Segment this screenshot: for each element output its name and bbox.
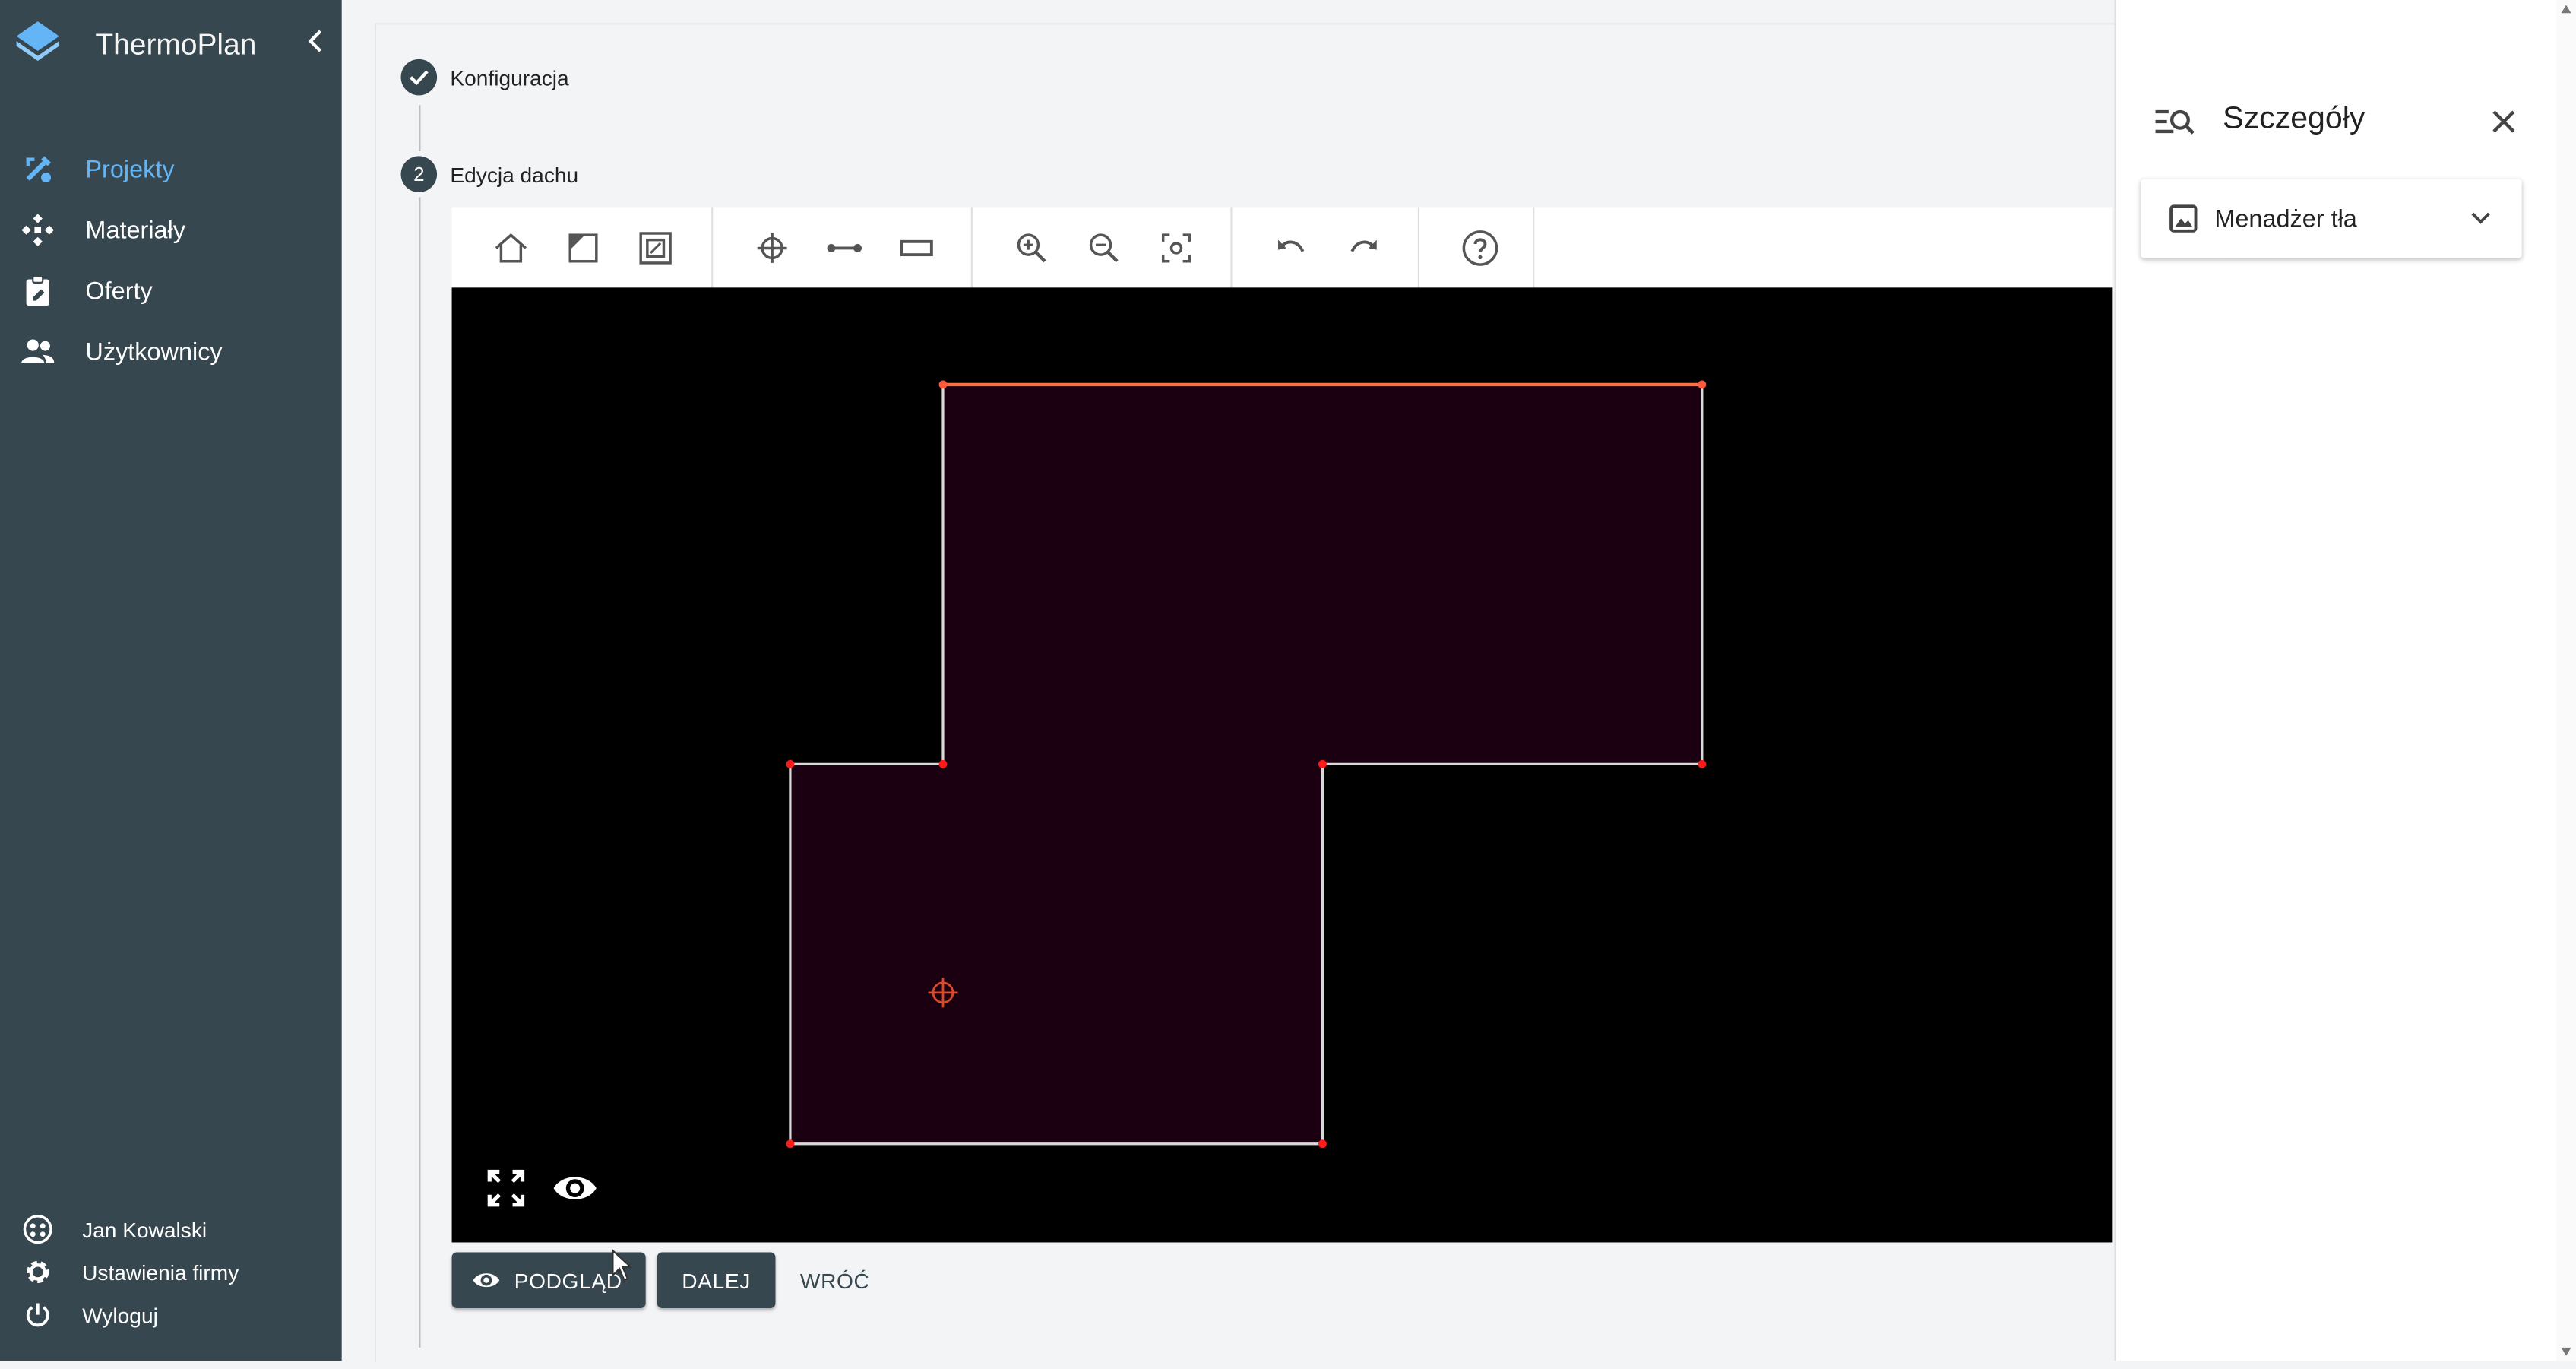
gear-icon <box>21 1256 54 1288</box>
image-icon <box>2169 204 2198 233</box>
next-button[interactable]: DALEJ <box>657 1252 776 1308</box>
step-konfiguracja[interactable]: Konfiguracja <box>400 59 569 96</box>
undo-icon <box>1278 239 1305 252</box>
roof-vertex[interactable] <box>786 759 795 768</box>
stepper-connector <box>419 197 421 1348</box>
projects-icon <box>20 151 56 188</box>
brand[interactable]: ThermoPlan <box>13 18 256 72</box>
zoom-in-button[interactable] <box>995 214 1068 280</box>
fit-view-icon <box>1161 233 1191 262</box>
collapse-sidebar-button[interactable] <box>301 24 331 57</box>
toolbar-group-shapes <box>452 207 714 288</box>
footer-label: Jan Kowalski <box>82 1216 207 1242</box>
toolbar-group-draw <box>713 207 973 288</box>
roof-surface-icon <box>568 233 598 262</box>
accordion-label: Menadżer tła <box>2214 204 2357 233</box>
preview-button-label: PODGLĄD <box>514 1267 622 1293</box>
materials-icon <box>20 212 56 249</box>
users-icon <box>20 334 56 370</box>
nav-label: Oferty <box>85 277 153 306</box>
details-search-icon <box>2154 105 2196 146</box>
user-avatar-icon <box>21 1213 54 1246</box>
editor-toolbar <box>451 207 2113 288</box>
zoom-out-button[interactable] <box>1068 214 1140 280</box>
rectangle-tool-button[interactable] <box>881 214 953 280</box>
sidebar: ThermoPlan Projekty Materiały Oferty Uży… <box>0 0 342 1361</box>
roof-canvas[interactable] <box>451 287 2113 1243</box>
toolbar-group-view <box>973 207 1233 288</box>
footer-item-company-settings[interactable]: Ustawienia firmy <box>0 1252 342 1291</box>
close-panel-button[interactable] <box>2486 103 2522 140</box>
mouse-cursor <box>611 1248 634 1290</box>
step-number: 2 <box>400 156 438 192</box>
fullscreen-button[interactable] <box>485 1167 527 1209</box>
toggle-visibility-button[interactable] <box>552 1168 598 1208</box>
footer-label: Wyloguj <box>82 1302 158 1327</box>
step-done-icon <box>400 59 438 96</box>
home-tool-button[interactable] <box>475 214 547 280</box>
eye-icon <box>473 1273 500 1288</box>
zoom-in-icon <box>1017 233 1046 262</box>
help-icon <box>1462 230 1498 265</box>
roof-vertex[interactable] <box>1318 759 1327 768</box>
footer-label: Ustawienia firmy <box>82 1260 239 1285</box>
step-edycja-dachu[interactable]: 2 Edycja dachu <box>400 156 579 192</box>
roof-vertex[interactable] <box>938 759 948 768</box>
toolbar-group-help <box>1419 207 1535 288</box>
logo-icon <box>13 18 62 72</box>
footer-item-logout[interactable]: Wyloguj <box>0 1295 342 1335</box>
rectangle-icon <box>900 239 933 255</box>
nav-item-uzytkownicy[interactable]: Użytkownicy <box>0 324 342 380</box>
offers-icon <box>20 273 56 309</box>
step-label: Edycja dachu <box>450 161 579 187</box>
roof-vertex[interactable] <box>938 380 948 389</box>
roof-surface-tool-button[interactable] <box>547 214 619 280</box>
undo-button[interactable] <box>1255 214 1328 280</box>
help-button[interactable] <box>1444 214 1516 280</box>
nav-item-materialy[interactable]: Materiały <box>0 202 342 258</box>
roof-drawing <box>786 380 1707 1149</box>
stepper-connector <box>419 105 421 151</box>
roof-vertex[interactable] <box>786 1139 795 1149</box>
opening-icon <box>639 231 672 264</box>
footer-item-user[interactable]: Jan Kowalski <box>0 1209 342 1249</box>
next-button-label: DALEJ <box>682 1267 752 1293</box>
chevron-down-icon <box>2471 212 2490 224</box>
toolbar-group-history <box>1233 207 1419 288</box>
redo-icon <box>1350 239 1377 252</box>
roof-polygon[interactable] <box>789 383 1704 1146</box>
fullscreen-icon <box>487 1169 525 1207</box>
crosshair-icon <box>757 232 787 262</box>
zoom-out-icon <box>1089 233 1119 262</box>
background-manager-accordion[interactable]: Menadżer tła <box>2141 179 2522 258</box>
app-title: ThermoPlan <box>95 27 257 61</box>
fit-view-button[interactable] <box>1140 214 1212 280</box>
back-button-label: WRÓĆ <box>799 1267 870 1293</box>
close-icon <box>2492 110 2515 133</box>
roof-vertex[interactable] <box>1698 380 1707 389</box>
nav-item-oferty[interactable]: Oferty <box>0 263 342 319</box>
opening-tool-button[interactable] <box>619 214 691 280</box>
panel-scrollbar[interactable] <box>2556 0 2576 1361</box>
power-icon <box>21 1298 54 1331</box>
roof-vertex[interactable] <box>1318 1139 1327 1149</box>
step-label: Konfiguracja <box>450 65 569 90</box>
panel-title: Szczegóły <box>2223 102 2366 137</box>
roof-vertex[interactable] <box>1698 759 1707 768</box>
eye-icon <box>553 1177 597 1199</box>
home-icon <box>495 232 527 262</box>
nav-label: Projekty <box>85 155 175 184</box>
chevron-left-icon <box>308 30 322 52</box>
line-segment-icon <box>827 242 862 252</box>
nav-label: Użytkownicy <box>85 337 223 366</box>
nav-label: Materiały <box>85 216 186 245</box>
redo-button[interactable] <box>1328 214 1400 280</box>
line-tool-button[interactable] <box>809 214 881 280</box>
point-tool-button[interactable] <box>736 214 809 280</box>
nav-item-projekty[interactable]: Projekty <box>0 141 342 198</box>
back-button[interactable]: WRÓĆ <box>800 1252 870 1308</box>
